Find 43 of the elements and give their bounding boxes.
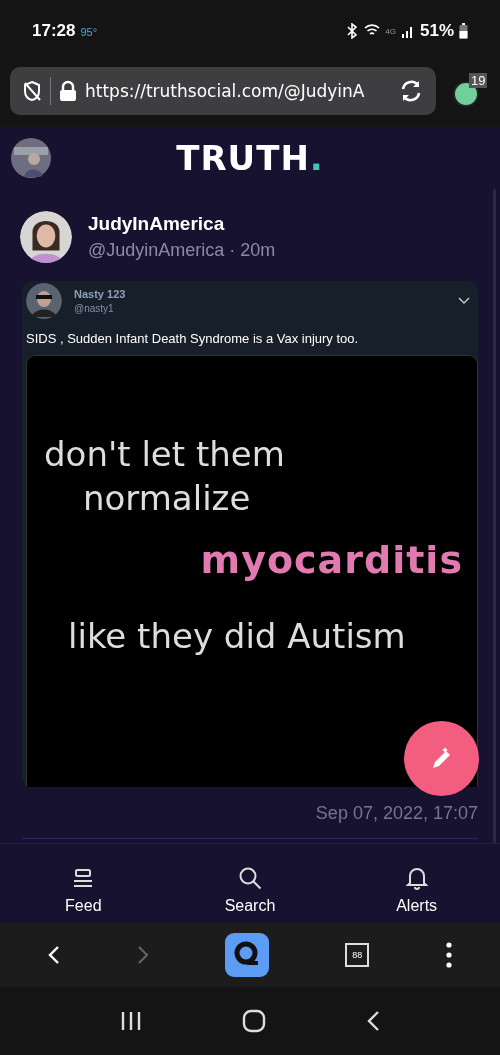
battery-icon [459,23,468,39]
shield-icon[interactable] [22,80,42,102]
url-text[interactable]: https://truthsocial.com/@JudyinA [85,81,390,101]
tab-counter-button[interactable]: 19 [450,71,490,111]
network-label: 4G [385,26,396,36]
image-caption: myocarditis [200,538,464,582]
avatar [26,283,62,319]
quoted-post[interactable]: Nasty 123 @nasty1 SIDS , Sudden Infant Death Syndrome is a Vax injury too. don't let them normalize myocarditis like they did Autism [22,281,478,787]
nav-label: Feed [65,897,102,915]
recent-apps-icon[interactable] [120,1010,142,1032]
image-caption: like they did Autism [67,616,407,656]
nav-label: Search [224,897,276,915]
post-text: SIDS , Sudden Infant Death Syndrome is a Vax injury too. [26,330,360,348]
forward-icon[interactable] [136,945,149,965]
clock: 17:28 [32,21,76,41]
lock-icon [59,80,77,102]
quoted-display-name: Nasty 123 [74,288,126,300]
home-icon[interactable] [242,1009,266,1033]
battery-level: 51% [419,21,454,41]
nav-tab[interactable]: Search [195,865,305,915]
image-caption: don't let them [43,434,286,474]
search-icon [237,865,263,891]
back-icon[interactable] [366,1010,380,1032]
avatar[interactable] [20,211,72,263]
temperature: 95° [80,26,98,38]
quoted-handle: @nasty1 [74,303,115,314]
nav-tab[interactable]: Alerts [361,865,472,915]
tabs-button[interactable]: 88 [345,943,370,967]
display-name[interactable]: JudyInAmerica [88,213,276,235]
nav-tab[interactable]: Feed [28,867,139,915]
avatar[interactable] [10,137,52,179]
address-bar[interactable]: https://truthsocial.com/@JudyinA [10,67,436,115]
bluetooth-icon [345,23,360,39]
timestamp: Sep 07, 2022, 17:07 [314,802,479,824]
nav-label: Alerts [396,897,438,915]
handle-and-time: @JudyinAmerica · 20m [88,240,276,261]
bell-icon [404,865,429,891]
signal-icon [400,24,415,38]
chevron-down-icon[interactable] [458,297,470,305]
search-app-icon[interactable] [224,933,269,977]
truth-logo[interactable]: TRUTH. [176,138,324,178]
more-options-icon[interactable] [445,942,452,968]
image-caption: normalize [82,478,252,518]
